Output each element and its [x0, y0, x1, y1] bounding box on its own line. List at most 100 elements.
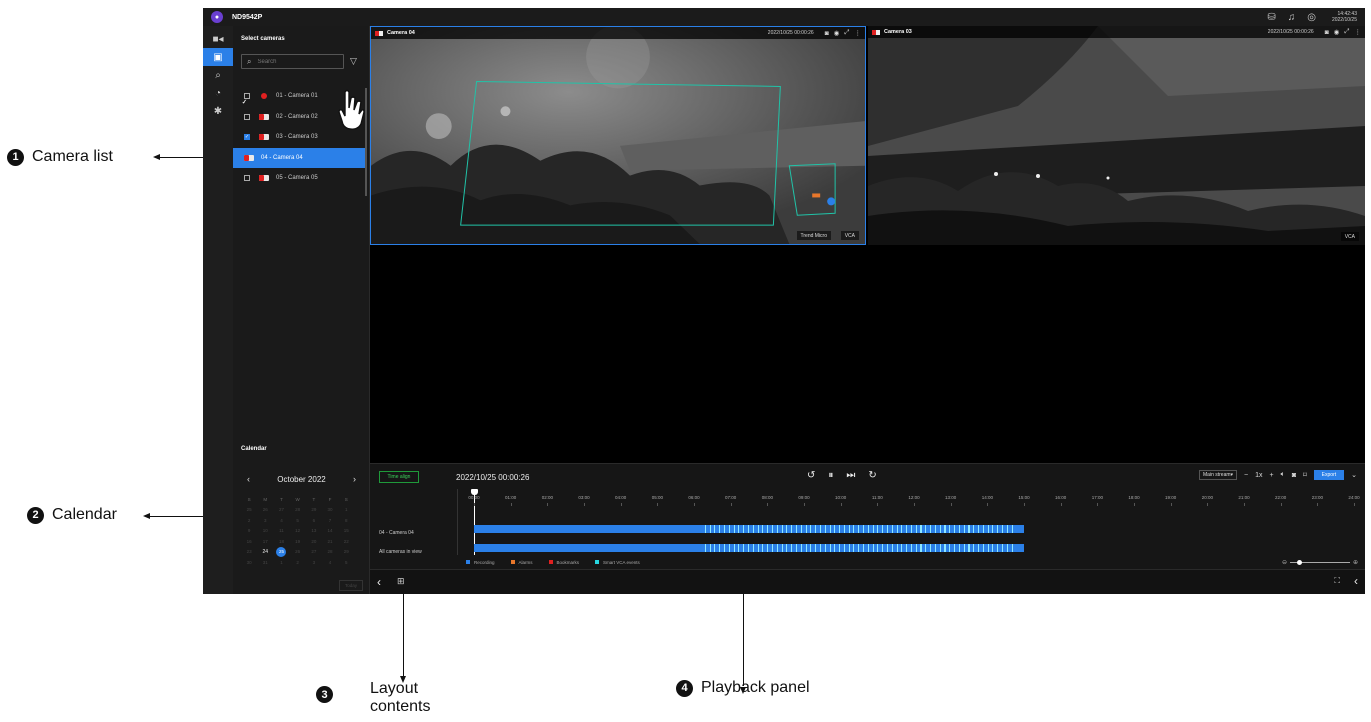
playback-icon[interactable]: ▣	[203, 48, 233, 66]
calendar-day[interactable]: 24	[257, 547, 273, 558]
camera-tile[interactable]: Camera 03 2022/10/25 00:00:26 ◙ ◉ ⤢ ⋮ VC…	[868, 26, 1365, 245]
calendar-day[interactable]: 2	[241, 515, 257, 526]
calendar-day[interactable]: 9	[241, 526, 257, 537]
speed-up-button[interactable]: +	[1270, 472, 1274, 479]
filter-icon[interactable]: ▽	[350, 56, 357, 67]
calendar-day[interactable]: 3	[306, 557, 322, 568]
calendar-day[interactable]: 27	[306, 547, 322, 558]
calendar-day[interactable]: 20	[306, 536, 322, 547]
chevron-right-icon[interactable]: ›	[353, 474, 356, 484]
user-icon[interactable]: ◎	[1307, 12, 1316, 23]
calendar-day[interactable]: 28	[290, 505, 306, 516]
calendar-day[interactable]: 31	[257, 557, 273, 568]
export-button[interactable]: Export	[1313, 470, 1345, 480]
snapshot-icon[interactable]: ◙	[1325, 29, 1329, 36]
calendar-day[interactable]: 6	[306, 515, 322, 526]
calendar-day[interactable]: 13	[306, 526, 322, 537]
bookmark-icon[interactable]: ⌑	[1303, 471, 1307, 479]
today-button[interactable]: Today	[339, 580, 363, 591]
camera-list-item[interactable]: ✓ 04 - Camera 04	[233, 99, 366, 168]
calendar-day[interactable]: 18	[273, 536, 289, 547]
eye-icon[interactable]: ◉	[1334, 28, 1340, 36]
expand-icon[interactable]: ⤢	[844, 29, 849, 37]
calendar-day[interactable]: 26	[290, 547, 306, 558]
eye-icon[interactable]: ◉	[834, 29, 840, 37]
bell-icon[interactable]: ♫	[1288, 12, 1296, 23]
calendar-day[interactable]: 27	[273, 505, 289, 516]
zoom-out-icon[interactable]: ⊖	[1282, 559, 1287, 566]
calendar-day[interactable]: 11	[273, 526, 289, 537]
calendar-day[interactable]: 14	[322, 526, 338, 537]
layout-grid-icon[interactable]: ⊞	[397, 576, 405, 587]
timeline[interactable]: 04 - Camera 04 All cameras in view 00:00…	[370, 489, 1365, 555]
more-icon[interactable]: ⋮	[855, 29, 862, 37]
recording-bar[interactable]	[474, 525, 1024, 533]
more-icon[interactable]: ⋮	[1355, 28, 1362, 36]
snapshot-icon[interactable]: ◙	[825, 30, 829, 37]
search-box[interactable]: ⌕	[241, 54, 344, 69]
search-icon[interactable]: ⌕	[203, 66, 233, 84]
calendar-day[interactable]: 16	[241, 536, 257, 547]
search-input[interactable]	[257, 58, 338, 65]
recording-bar[interactable]	[474, 544, 1024, 552]
alarm-icon[interactable]: ◔	[203, 84, 233, 102]
side-panel: Select cameras ⌕ ▽ 01 - Camera 01 02 - Ca…	[233, 26, 370, 594]
calendar-day[interactable]: 30	[322, 505, 338, 516]
chevron-left-icon[interactable]: ‹	[247, 474, 250, 484]
timeline-tracks[interactable]: 00:00 01:00 02:00 03:00 04:00 05:00 06:00 07:00…	[457, 489, 1360, 555]
calendar-day[interactable]: 30	[241, 557, 257, 568]
forward-10-icon[interactable]: ↻	[868, 470, 876, 481]
fullscreen-icon[interactable]: ⛶	[1334, 576, 1340, 586]
volume-icon[interactable]: 🔈︎	[1281, 471, 1285, 479]
calendar-day[interactable]: 29	[306, 505, 322, 516]
calendar-day[interactable]: 1	[338, 505, 354, 516]
calendar-day[interactable]: 4	[273, 515, 289, 526]
snapshot-icon[interactable]: ◙	[1292, 472, 1296, 479]
calendar-day[interactable]: 21	[322, 536, 338, 547]
weekday-label: S	[247, 496, 251, 502]
stream-select[interactable]: Main stream▾	[1199, 470, 1238, 480]
calendar-day[interactable]: 29	[338, 547, 354, 558]
calendar-day[interactable]: 23	[241, 547, 257, 558]
liveview-icon[interactable]: ■◂	[203, 30, 233, 48]
chevron-left-icon[interactable]: ‹	[1354, 574, 1358, 588]
calendar-day[interactable]: 8	[338, 515, 354, 526]
storage-icon[interactable]: ⛁	[1267, 12, 1275, 23]
zoom-knob[interactable]	[1296, 560, 1302, 565]
checkbox[interactable]	[244, 175, 250, 182]
calendar-day[interactable]: 4	[322, 557, 338, 568]
zoom-in-icon[interactable]: ⊕	[1353, 559, 1358, 566]
expand-icon[interactable]: ⤢	[1344, 28, 1349, 36]
calendar-day[interactable]: 10	[257, 526, 273, 537]
checkbox[interactable]: ✓	[244, 134, 250, 141]
calendar-day[interactable]: 7	[322, 515, 338, 526]
camera-tile[interactable]: Camera 04 2022/10/25 00:00:26 ◙ ◉ ⤢ ⋮ Tr…	[370, 26, 866, 245]
calendar-day[interactable]: 3	[257, 515, 273, 526]
pause-icon[interactable]: ⏸	[828, 470, 833, 481]
chevron-down-icon[interactable]: ⌄	[1351, 471, 1357, 479]
timeline-zoom[interactable]: ⊖ ⊕	[1282, 559, 1358, 566]
calendar-day[interactable]: 22	[338, 536, 354, 547]
calendar-day[interactable]: 12	[290, 526, 306, 537]
camera-list-item[interactable]: 05 - Camera 05	[233, 168, 366, 189]
calendar-day[interactable]: 17	[257, 536, 273, 547]
settings-icon[interactable]: ✱	[203, 102, 233, 120]
calendar-day[interactable]: 28	[322, 547, 338, 558]
calendar-day[interactable]: 19	[290, 536, 306, 547]
zoom-slider[interactable]	[1289, 560, 1350, 565]
calendar-day[interactable]: 25	[276, 546, 287, 557]
calendar-day[interactable]: 5	[338, 557, 354, 568]
checkbox[interactable]: ✓	[242, 99, 248, 106]
chevron-left-icon[interactable]: ‹	[377, 575, 381, 589]
checkbox[interactable]	[244, 113, 250, 120]
time-align-button[interactable]: Time align	[379, 471, 419, 483]
rewind-10-icon[interactable]: ↺	[807, 470, 815, 481]
calendar-day[interactable]: 5	[290, 515, 306, 526]
calendar-day[interactable]: 1	[273, 557, 289, 568]
calendar-day[interactable]: 25	[241, 505, 257, 516]
speed-down-button[interactable]: −	[1244, 472, 1248, 479]
calendar-day[interactable]: 26	[257, 505, 273, 516]
calendar-day[interactable]: 2	[290, 557, 306, 568]
calendar-day[interactable]: 15	[338, 526, 354, 537]
next-frame-icon[interactable]: ⏭	[846, 470, 855, 481]
